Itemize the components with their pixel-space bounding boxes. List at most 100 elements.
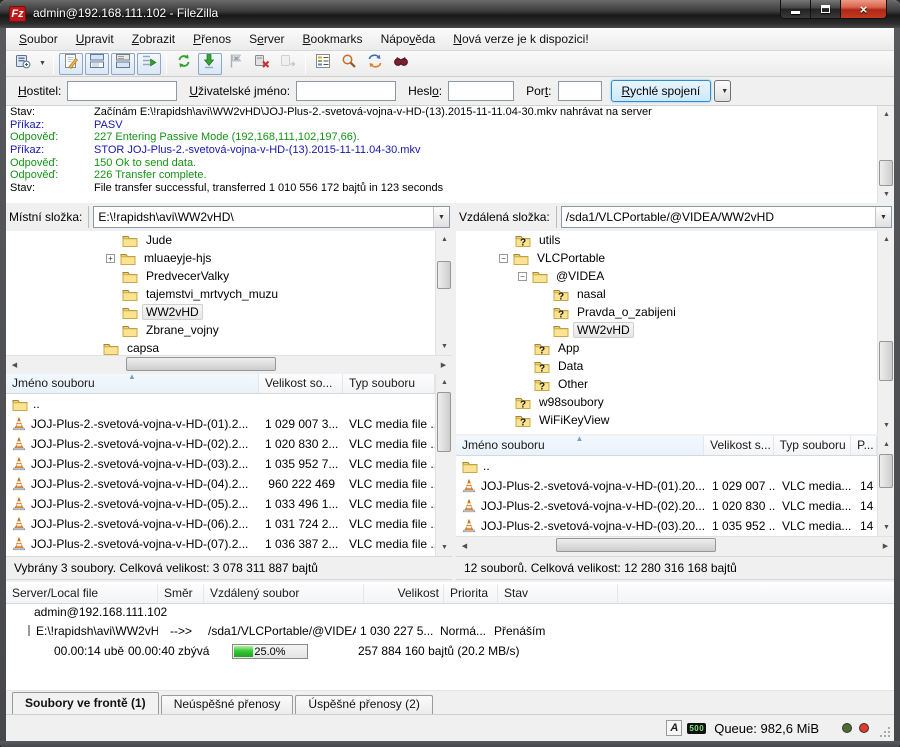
tree-item-zbrane-vojny[interactable]: Zbrane_vojny (6, 321, 435, 339)
tree-item-mluaeyje-hjs[interactable]: +mluaeyje-hjs (6, 249, 435, 267)
restore-button[interactable] (811, 0, 840, 19)
menu-upravit[interactable]: Upravit (67, 30, 123, 48)
remote-tree[interactable]: ?utils−VLCPortable−@VIDEA?nasal?Pravda_o… (456, 231, 877, 434)
menu-soubor[interactable]: Soubor (10, 30, 67, 48)
menu-nov-verze-je-k-dispozici[interactable]: Nová verze je k dispozici! (444, 30, 597, 48)
local-tree-vertical-scrollbar[interactable]: ▲▼ (435, 231, 452, 355)
password-input[interactable] (448, 81, 514, 101)
transfer-type-icon[interactable]: A (666, 720, 682, 736)
tab-ne-sp-n-p-enosy[interactable]: Neúspěšné přenosy (161, 695, 294, 714)
directory-listing-filters-button[interactable] (311, 53, 335, 75)
local-directory-combo[interactable]: E:\!rapidsh\avi\WW2vHD\ ▼ (93, 206, 450, 228)
remote-list-vertical-scrollbar[interactable]: ▲▼ (877, 436, 894, 536)
column-header-typ-souboru[interactable]: Typ souboru (343, 374, 435, 393)
queue-column-velikost[interactable]: Velikost (364, 584, 444, 603)
menu-bookmarks[interactable]: Bookmarks (294, 30, 372, 48)
host-input[interactable] (67, 81, 177, 101)
queue-header[interactable]: Server/Local fileSměrVzdálený souborVeli… (6, 584, 894, 604)
menu-server[interactable]: Server (240, 30, 293, 48)
tab-soubory-ve-front-1[interactable]: Soubory ve frontě (1) (12, 692, 159, 714)
username-input[interactable] (296, 81, 396, 101)
directory-comparison-button[interactable] (337, 53, 361, 75)
quickconnect-button[interactable]: Rychlé spojení (611, 80, 712, 102)
titlebar[interactable]: Fz admin@192.168.111.102 - FileZilla × (0, 0, 900, 28)
site-manager-button[interactable] (11, 53, 35, 75)
file-row[interactable]: JOJ-Plus-2.-svetová-vojna-v-HD-(01).20..… (456, 476, 877, 496)
column-header-jm-no-souboru[interactable]: ▲Jméno souboru (456, 436, 704, 455)
speed-limit-icon[interactable]: 500 (687, 723, 706, 734)
tree-item-pravda-o-zabijeni[interactable]: ?Pravda_o_zabijeni (456, 303, 877, 321)
file-row[interactable]: JOJ-Plus-2.-svetová-vojna-v-HD-(02).2...… (6, 434, 435, 454)
tree-item-utils[interactable]: ?utils (456, 231, 877, 249)
local-file-list[interactable]: ..JOJ-Plus-2.-svetová-vojna-v-HD-(01).2.… (6, 394, 435, 556)
local-tree-horizontal-scrollbar[interactable]: ◀▶ (6, 355, 452, 372)
toggle-log-button[interactable] (59, 53, 83, 75)
queue-column-stav[interactable]: Stav (498, 584, 618, 603)
combo-arrow-icon[interactable]: ▼ (875, 207, 891, 227)
collapse-icon[interactable]: − (518, 272, 527, 281)
tree-item-capsa[interactable]: capsa (6, 339, 435, 355)
port-input[interactable] (558, 81, 602, 101)
queue-column-sm-r[interactable]: Směr (158, 584, 204, 603)
toggle-remote-tree-button[interactable] (111, 53, 135, 75)
remote-list-header[interactable]: ▲Jméno souboruVelikost s...Typ souboruP.… (456, 436, 877, 456)
combo-arrow-icon[interactable]: ▼ (433, 207, 449, 227)
menu-p-enos[interactable]: Přenos (184, 30, 240, 48)
tree-item-vlcportable[interactable]: −VLCPortable (456, 249, 877, 267)
queue-item-row[interactable]: E:\!rapidsh\avi\WW2vHD\J... -->> /sda1/V… (6, 621, 894, 640)
local-list-vertical-scrollbar[interactable]: ▲▼ (435, 374, 452, 556)
resize-grip[interactable] (879, 726, 892, 739)
file-row[interactable]: JOJ-Plus-2.-svetová-vojna-v-HD-(04).2...… (6, 474, 435, 494)
process-queue-button[interactable] (198, 53, 222, 75)
reconnect-button[interactable] (276, 53, 300, 75)
file-row[interactable]: JOJ-Plus-2.-svetová-vojna-v-HD-(05).2...… (6, 494, 435, 514)
collapse-icon[interactable]: − (499, 254, 508, 263)
file-row[interactable]: JOJ-Plus-2.-svetová-vojna-v-HD-(06).2...… (6, 514, 435, 534)
queue-server-row[interactable]: admin@192.168.111.102 (6, 602, 894, 621)
column-header-jm-no-souboru[interactable]: ▲Jméno souboru (6, 374, 259, 393)
file-row[interactable]: JOJ-Plus-2.-svetová-vojna-v-HD-(01).2...… (6, 414, 435, 434)
file-row[interactable]: .. (456, 456, 877, 476)
local-list-header[interactable]: ▲Jméno souboruVelikost so...Typ souboru (6, 374, 435, 394)
remote-tree-vertical-scrollbar[interactable]: ▲▼ (877, 231, 894, 434)
log-vertical-scrollbar[interactable]: ▲ ▼ (877, 106, 894, 203)
column-header-typ-souboru[interactable]: Typ souboru (774, 436, 851, 455)
file-row[interactable]: JOJ-Plus-2.-svetová-vojna-v-HD-(07).2...… (6, 534, 435, 554)
tree-item-data[interactable]: ?Data (456, 357, 877, 375)
minimize-button[interactable] (780, 0, 811, 19)
file-row[interactable]: JOJ-Plus-2.-svetová-vojna-v-HD-(02).20..… (456, 496, 877, 516)
local-tree[interactable]: Jude+mluaeyje-hjsPredvecerValkytajemstvi… (6, 231, 435, 355)
refresh-button[interactable] (172, 53, 196, 75)
close-button[interactable]: × (840, 0, 887, 19)
toggle-local-tree-button[interactable] (85, 53, 109, 75)
queue-column-server-local-file[interactable]: Server/Local file (6, 584, 158, 603)
tree-item-app[interactable]: ?App (456, 339, 877, 357)
site-manager-dropdown[interactable]: ▼ (36, 53, 49, 75)
find-files-button[interactable] (389, 53, 413, 75)
tree-item-w98soubory[interactable]: ?w98soubory (456, 393, 877, 411)
quickconnect-dropdown-button[interactable]: ▼ (714, 80, 731, 102)
tree-item-ww2vhd[interactable]: WW2vHD (456, 321, 877, 339)
column-header-velikost-so[interactable]: Velikost so... (259, 374, 343, 393)
filezilla-app-icon[interactable]: Fz (9, 6, 26, 22)
remote-directory-combo[interactable]: /sda1/VLCPortable/@VIDEA/WW2vHD ▼ (561, 206, 892, 228)
queue-column-priorita[interactable]: Priorita (444, 584, 498, 603)
file-row[interactable]: .. (6, 394, 435, 414)
tree-item-jude[interactable]: Jude (6, 231, 435, 249)
file-row[interactable]: JOJ-Plus-2.-svetová-vojna-v-HD-(03).2...… (6, 454, 435, 474)
tree-item-ww2vhd[interactable]: WW2vHD (6, 303, 435, 321)
file-row[interactable]: JOJ-Plus-2.-svetová-vojna-v-HD-(03).20..… (456, 516, 877, 536)
column-header-p[interactable]: P... (851, 436, 877, 455)
tree-item-predvecervalky[interactable]: PredvecerValky (6, 267, 435, 285)
tree-item-wifikeyview[interactable]: ?WiFiKeyView (456, 411, 877, 429)
queue-column-vzd-len-soubor[interactable]: Vzdálený soubor (204, 584, 364, 603)
tree-item-videa[interactable]: −@VIDEA (456, 267, 877, 285)
toggle-queue-button[interactable] (137, 53, 161, 75)
expand-icon[interactable]: + (106, 254, 115, 263)
disconnect-button[interactable] (250, 53, 274, 75)
tree-item-nasal[interactable]: ?nasal (456, 285, 877, 303)
synchronized-browsing-button[interactable] (363, 53, 387, 75)
menu-n-pov-da[interactable]: Nápověda (372, 30, 445, 48)
menu-zobrazit[interactable]: Zobrazit (123, 30, 184, 48)
column-header-velikost-s[interactable]: Velikost s... (704, 436, 774, 455)
